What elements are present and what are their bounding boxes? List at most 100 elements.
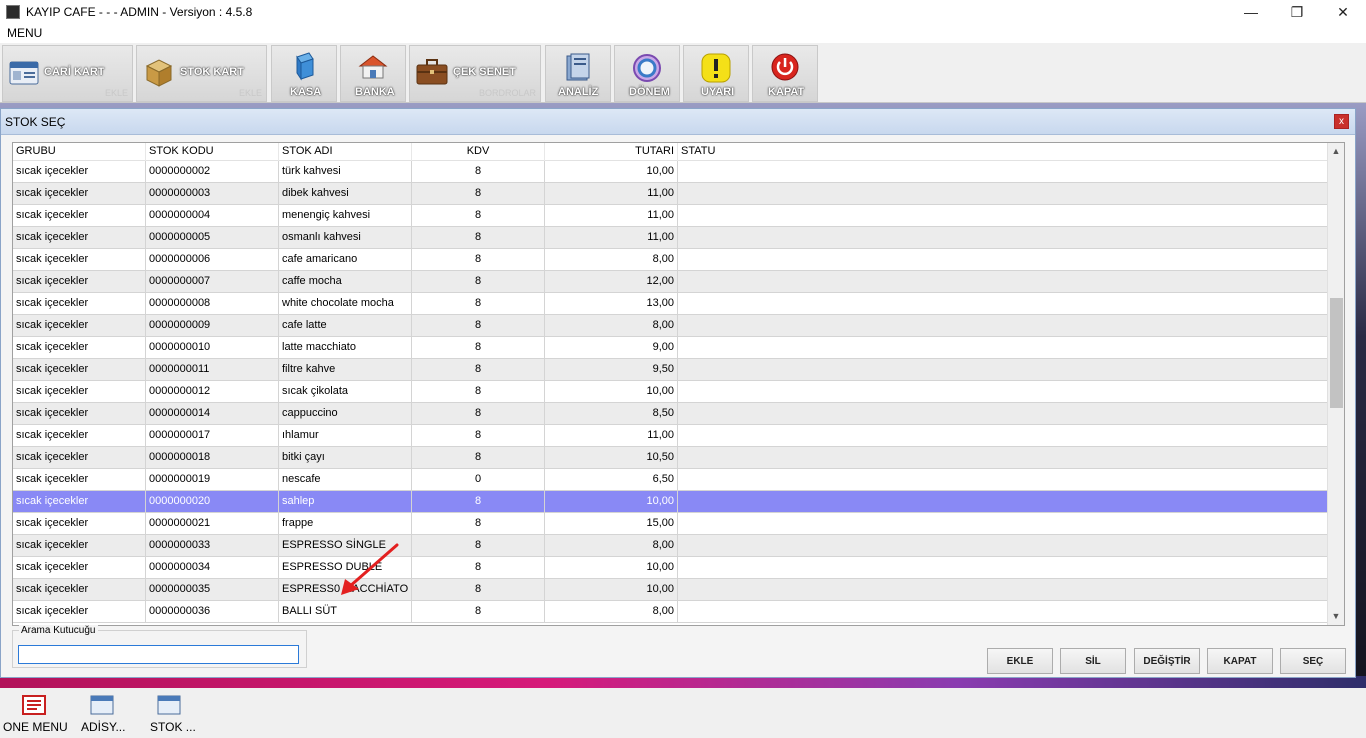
table-row[interactable]: sıcak içecekler 0000000019 nescafe 0 6,50 — [13, 469, 1329, 491]
table-cell: 8 — [412, 381, 545, 402]
table-cell: sıcak içecekler — [13, 337, 146, 358]
table-row[interactable]: sıcak içecekler 0000000010 latte macchiato… — [13, 337, 1329, 359]
maximize-button[interactable]: ❐ — [1274, 0, 1320, 24]
menu-window-icon — [22, 695, 46, 715]
table-cell: 0000000019 — [146, 469, 279, 490]
table-row[interactable]: sıcak içecekler 0000000005 osmanlı kahvesi… — [13, 227, 1329, 249]
table-row[interactable]: sıcak içecekler 0000000018 bitki çayı 8 10,5… — [13, 447, 1329, 469]
table-row[interactable]: sıcak içecekler 0000000003 dibek kahvesi 8 1… — [13, 183, 1329, 205]
column-header-grubu[interactable]: GRUBU — [13, 143, 146, 161]
table-cell: 0000000009 — [146, 315, 279, 336]
table-cell: 9,00 — [545, 337, 678, 358]
close-window-button[interactable]: ✕ — [1320, 0, 1366, 24]
column-header-statu[interactable]: STATU — [678, 143, 1329, 161]
table-row[interactable]: sıcak içecekler 0000000036 BALLI SÜT 8 8,00 — [13, 601, 1329, 623]
column-header-stok-adi[interactable]: STOK ADI — [279, 143, 412, 161]
table-cell — [678, 359, 1329, 380]
table-cell: sıcak içecekler — [13, 535, 146, 556]
table-row[interactable]: sıcak içecekler 0000000021 frappe 8 15,00 — [13, 513, 1329, 535]
table-cell: 0000000017 — [146, 425, 279, 446]
table-row[interactable]: sıcak içecekler 0000000004 menengiç kahves… — [13, 205, 1329, 227]
table-cell: 8 — [412, 601, 545, 622]
degistir-button[interactable]: DEĞİŞTİR — [1134, 648, 1200, 674]
scroll-up-icon[interactable]: ▲ — [1328, 143, 1344, 160]
column-header-stok-kodu[interactable]: STOK KODU — [146, 143, 279, 161]
taskbar-item-adisyon[interactable]: ADİSY... — [78, 688, 126, 738]
table-row[interactable]: sıcak içecekler 0000000006 cafe amaricano 8… — [13, 249, 1329, 271]
cek-senet-button[interactable]: ÇEK SENET BORDROLAR — [409, 45, 541, 102]
table-cell: white chocolate mocha — [279, 293, 412, 314]
sec-button[interactable]: SEÇ — [1280, 648, 1346, 674]
scroll-down-icon[interactable]: ▼ — [1328, 608, 1344, 625]
table-row[interactable]: sıcak içecekler 0000000007 caffe mocha 8 12,… — [13, 271, 1329, 293]
stok-kart-button[interactable]: STOK KART EKLE — [136, 45, 267, 102]
table-cell: cappuccino — [279, 403, 412, 424]
table-cell: nescafe — [279, 469, 412, 490]
table-cell: latte macchiato — [279, 337, 412, 358]
search-legend: Arama Kutucuğu — [19, 625, 98, 636]
column-header-tutari[interactable]: TUTARI — [545, 143, 678, 161]
table-cell — [678, 579, 1329, 600]
cash-register-icon — [296, 52, 314, 81]
table-row[interactable]: sıcak içecekler 0000000011 filtre kahve 8 9,… — [13, 359, 1329, 381]
table-cell: 0000000035 — [146, 579, 279, 600]
table-cell — [678, 403, 1329, 424]
table-row[interactable]: sıcak içecekler 0000000017 ıhlamur 8 11,00 — [13, 425, 1329, 447]
table-cell: sıcak içecekler — [13, 271, 146, 292]
table-row[interactable]: sıcak içecekler 0000000008 white chocolate… — [13, 293, 1329, 315]
table-cell: 0000000033 — [146, 535, 279, 556]
donem-button[interactable]: DÖNEM — [614, 45, 680, 102]
window-icon — [90, 695, 114, 715]
table-row[interactable]: sıcak içecekler 0000000014 cappuccino 8 8,50 — [13, 403, 1329, 425]
taskbar-item-stok[interactable]: STOK ... — [145, 688, 196, 738]
taskbar-label: ONE MENU — [3, 720, 68, 734]
kapat-toolbar-button[interactable]: KAPAT — [752, 45, 818, 102]
table-cell: bitki çayı — [279, 447, 412, 468]
briefcase-icon — [416, 59, 448, 85]
warning-icon — [701, 53, 731, 83]
kasa-button[interactable]: KASA — [271, 45, 337, 102]
app-icon — [6, 5, 20, 19]
toolbar-sublabel: EKLE — [238, 88, 262, 98]
dialog-close-button[interactable]: x — [1334, 114, 1349, 129]
table-cell: sıcak içecekler — [13, 601, 146, 622]
table-cell: sıcak içecekler — [13, 403, 146, 424]
table-cell: sıcak içecekler — [13, 249, 146, 270]
analiz-button[interactable]: ANALİZ — [545, 45, 611, 102]
ekle-button[interactable]: EKLE — [987, 648, 1053, 674]
sil-button[interactable]: SİL — [1060, 648, 1126, 674]
taskbar: ONE MENU ADİSY... STOK ... — [0, 688, 1366, 738]
table-cell — [678, 161, 1329, 182]
taskbar-item-one-menu[interactable]: ONE MENU — [0, 688, 68, 738]
table-cell: 10,50 — [545, 447, 678, 468]
table-row[interactable]: sıcak içecekler 0000000002 türk kahvesi 8 10… — [13, 161, 1329, 183]
table-cell: 13,00 — [545, 293, 678, 314]
table-cell: 8 — [412, 271, 545, 292]
table-cell: 8 — [412, 337, 545, 358]
table-row[interactable]: sıcak içecekler 0000000012 sıcak çikolata 8… — [13, 381, 1329, 403]
minimize-button[interactable]: — — [1228, 0, 1274, 24]
table-row[interactable]: sıcak içecekler 0000000020 sahlep 8 10,00 — [13, 491, 1329, 513]
table-cell: sıcak içecekler — [13, 359, 146, 380]
search-input[interactable] — [18, 645, 299, 664]
table-cell — [678, 249, 1329, 270]
table-row[interactable]: sıcak içecekler 0000000035 ESPRESS0 MACCHİ… — [13, 579, 1329, 601]
vertical-scrollbar[interactable]: ▲ ▼ — [1327, 143, 1344, 625]
menu-item-menu[interactable]: MENU — [7, 26, 42, 40]
column-header-kdv[interactable]: KDV — [412, 143, 545, 161]
kapat-button[interactable]: KAPAT — [1207, 648, 1273, 674]
table-cell: 12,00 — [545, 271, 678, 292]
table-row[interactable]: sıcak içecekler 0000000033 ESPRESSO SİNGLE… — [13, 535, 1329, 557]
table-cell: 8 — [412, 205, 545, 226]
cari-kart-button[interactable]: CARİ KART EKLE — [2, 45, 133, 102]
scroll-thumb[interactable] — [1330, 298, 1343, 408]
grid-header: GRUBU STOK KODU STOK ADI KDV TUTARI STAT… — [13, 143, 1329, 161]
table-cell: 8,00 — [545, 249, 678, 270]
table-row[interactable]: sıcak içecekler 0000000034 ESPRESSO DUBLE 8… — [13, 557, 1329, 579]
banka-button[interactable]: BANKA — [340, 45, 406, 102]
table-cell: 0000000020 — [146, 491, 279, 512]
table-row[interactable]: sıcak içecekler 0000000009 cafe latte 8 8,00 — [13, 315, 1329, 337]
table-cell: 8 — [412, 535, 545, 556]
uyari-button[interactable]: UYARI — [683, 45, 749, 102]
toolbar-label: UYARI — [701, 86, 735, 98]
